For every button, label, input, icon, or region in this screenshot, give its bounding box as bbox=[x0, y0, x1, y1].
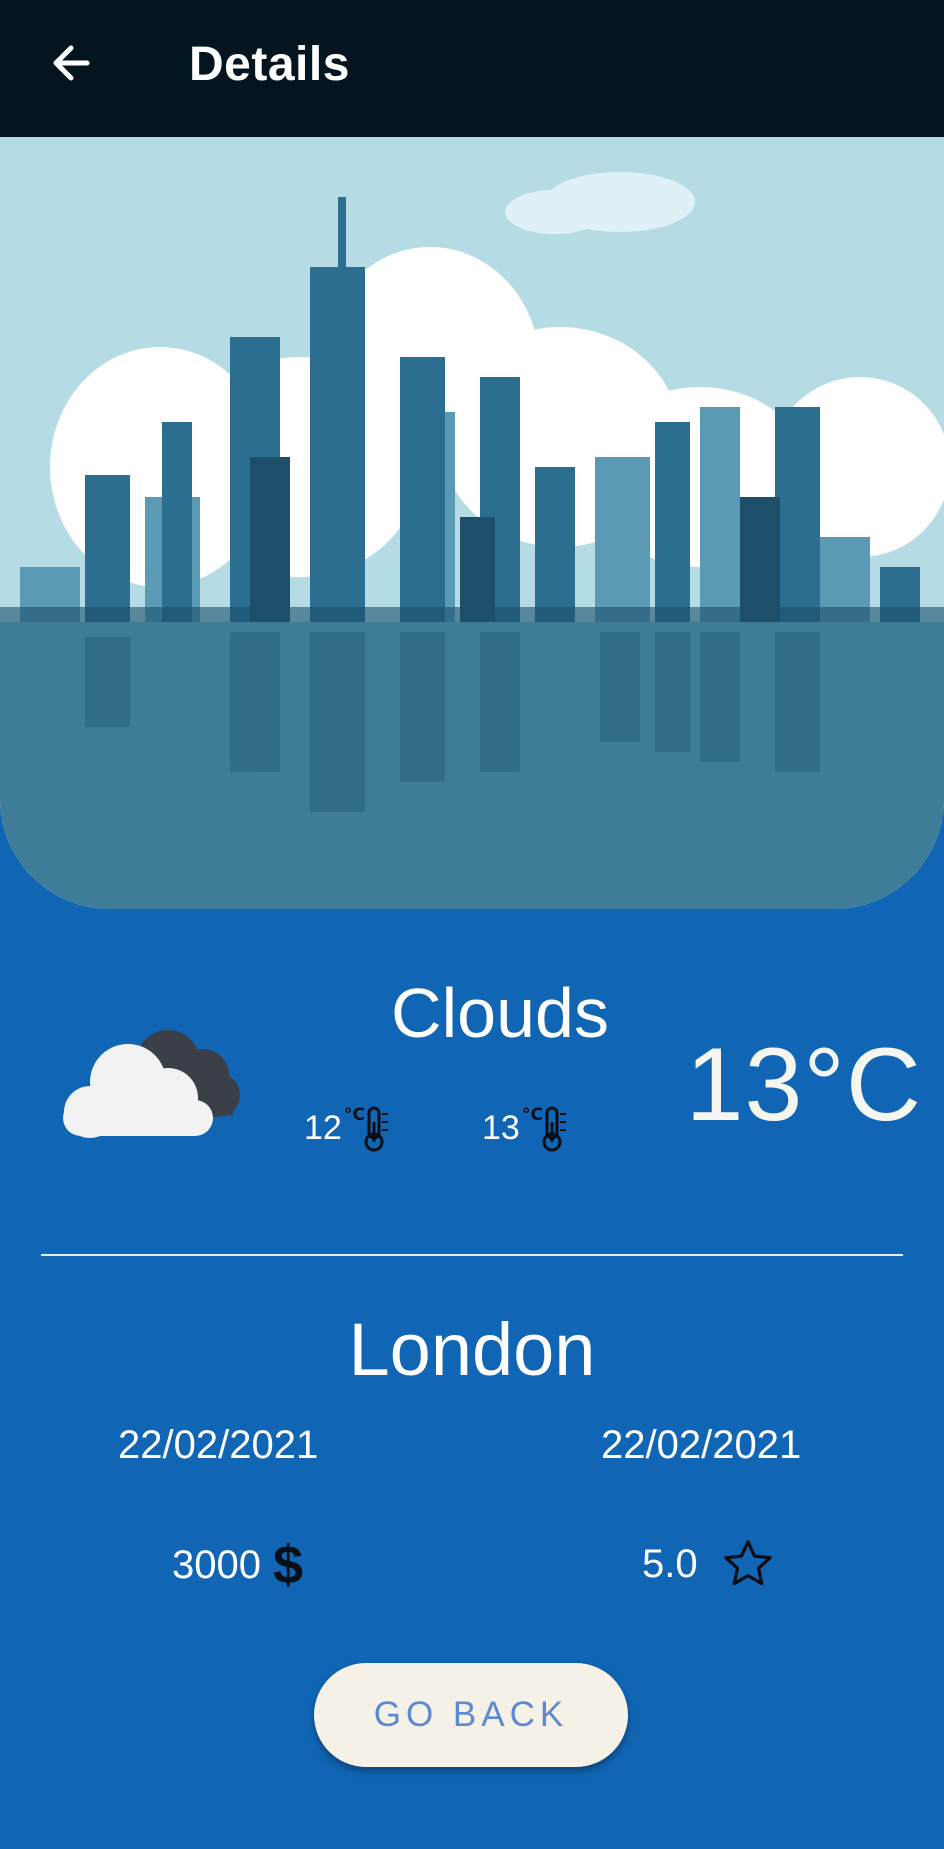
min-temperature: 12 °C bbox=[304, 1102, 394, 1154]
cloud-icon bbox=[63, 1030, 240, 1138]
current-temperature: 13°C bbox=[685, 1027, 922, 1143]
rating-value: 5.0 bbox=[642, 1541, 698, 1586]
svg-text:°C: °C bbox=[344, 1105, 365, 1125]
thermometer-celsius-icon: °C bbox=[522, 1105, 566, 1152]
rating: 5.0 bbox=[642, 1536, 776, 1592]
arrow-left-icon bbox=[53, 45, 90, 81]
thermometer-celsius-icon: °C bbox=[344, 1105, 388, 1152]
weather-condition: Clouds bbox=[391, 974, 609, 1052]
divider bbox=[41, 1254, 903, 1256]
go-back-button[interactable]: GO BACK bbox=[314, 1663, 628, 1767]
city-skyline-image bbox=[0, 137, 944, 909]
app-bar: Details bbox=[0, 0, 944, 137]
price: 3000 $ bbox=[172, 1538, 303, 1592]
svg-text:°C: °C bbox=[522, 1105, 543, 1125]
end-date: 22/02/2021 bbox=[601, 1423, 802, 1467]
min-temp-value: 12 bbox=[304, 1108, 342, 1147]
star-outline-icon bbox=[723, 1540, 772, 1586]
max-temp-value: 13 bbox=[482, 1108, 520, 1147]
city-name: London bbox=[348, 1308, 596, 1391]
price-value: 3000 bbox=[172, 1542, 261, 1587]
start-date: 22/02/2021 bbox=[118, 1423, 319, 1467]
dollar-icon: $ bbox=[272, 1535, 304, 1595]
page-title: Details bbox=[189, 38, 350, 91]
back-button[interactable] bbox=[36, 28, 106, 98]
max-temperature: 13 °C bbox=[482, 1102, 572, 1154]
